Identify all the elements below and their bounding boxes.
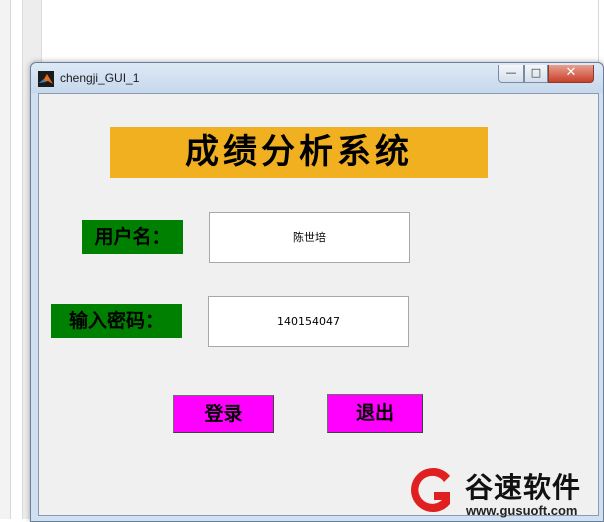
matlab-icon xyxy=(38,71,54,87)
watermark-url: www.gusuoft.com xyxy=(466,503,578,518)
maximize-button[interactable]: □ xyxy=(524,65,548,83)
window-titlebar[interactable]: chengji_GUI_1 — □ ✕ xyxy=(31,63,603,93)
figure-window: chengji_GUI_1 — □ ✕ 成绩分析系统 用户名： 陈世培 输入密码… xyxy=(30,62,604,522)
close-button[interactable]: ✕ xyxy=(548,65,594,83)
gusu-logo-icon xyxy=(404,462,460,518)
system-title: 成绩分析系统 xyxy=(110,127,488,178)
password-field[interactable]: 140154047 xyxy=(208,296,409,347)
figure-client-area: 成绩分析系统 用户名： 陈世培 输入密码： 140154047 登录 退出 xyxy=(38,93,599,516)
minimize-button[interactable]: — xyxy=(498,65,524,83)
password-label: 输入密码： xyxy=(51,304,182,338)
window-title: chengji_GUI_1 xyxy=(60,71,140,85)
editor-gutter xyxy=(0,0,11,519)
login-button[interactable]: 登录 xyxy=(173,395,274,433)
username-label: 用户名： xyxy=(82,220,183,254)
exit-button[interactable]: 退出 xyxy=(327,394,423,433)
username-field[interactable]: 陈世培 xyxy=(209,212,410,263)
watermark-name: 谷速软件 xyxy=(465,471,582,504)
